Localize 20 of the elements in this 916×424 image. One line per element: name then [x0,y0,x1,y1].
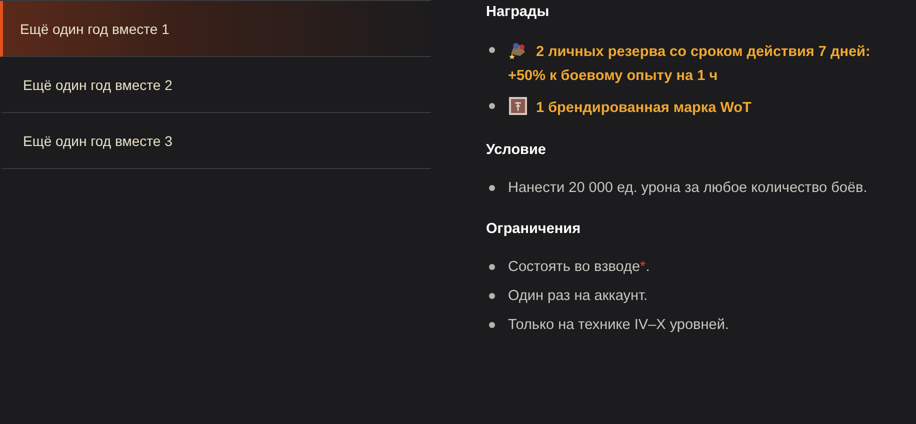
bullet-icon [489,103,495,109]
section-heading: Ограничения [486,221,582,237]
sidebar-item[interactable]: Ещё один год вместе 1 [0,1,431,57]
bullet-icon [489,47,495,53]
list-text: Нанести 20 000 ед. урона за любое количество боёв. [508,179,868,198]
sidebar-item[interactable]: Ещё один год вместе 3 [0,113,431,169]
bullet-icon [489,293,495,299]
list-text: Состоять во взводе*. [508,258,650,277]
reserve-icon [508,40,528,60]
list-text: Один раз на аккаунт. [508,287,648,306]
sidebar-item[interactable]: Ещё один год вместе 2 [0,57,431,113]
bullet-icon [489,264,495,270]
bullet-icon [489,185,495,191]
stamp-icon [508,96,528,116]
list-text: Только на технике IV–X уровней. [508,316,729,335]
reward-text: 2 личных резерва со сроком действия 7 дней: +50% к боевому опыту на 1 ч [508,40,898,88]
section-heading: Условие [486,142,547,158]
bullet-icon [489,322,495,328]
section-heading: Награды [486,4,550,20]
reward-text: 1 брендированная марка WoT [508,96,752,120]
